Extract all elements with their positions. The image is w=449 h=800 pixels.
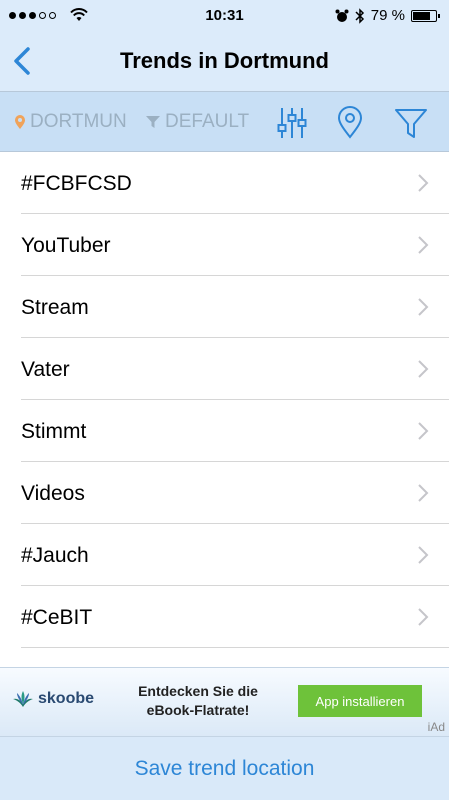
- navigation-bar: Trends in Dortmund: [0, 32, 449, 92]
- ad-text-line1: Entdecken Sie die: [138, 683, 258, 699]
- trend-label: Stimmt: [21, 420, 87, 443]
- list-item[interactable]: #FCBFCSD: [21, 152, 449, 214]
- funnel-icon: [146, 116, 160, 128]
- filter-bar: DORTMUN DEFAULT: [0, 92, 449, 152]
- iad-label: iAd: [427, 720, 445, 734]
- ad-text-line2: eBook-Flatrate!: [146, 702, 250, 718]
- battery-fill: [413, 11, 430, 20]
- filter-button[interactable]: [394, 106, 427, 140]
- list-item[interactable]: #CeBIT: [21, 586, 449, 648]
- list-item[interactable]: Stream: [21, 276, 449, 338]
- trend-label: #CeBIT: [21, 606, 93, 629]
- ad-brand[interactable]: skoobe: [12, 690, 94, 708]
- trend-label: #FCBFCSD: [21, 172, 132, 195]
- trend-label: Stream: [21, 296, 89, 319]
- chevron-right-icon: [418, 298, 429, 316]
- chevron-right-icon: [418, 236, 429, 254]
- default-filter-label: DEFAULT: [165, 111, 250, 132]
- sliders-icon: [277, 108, 307, 138]
- location-filter[interactable]: DORTMUN: [14, 111, 127, 133]
- default-filter[interactable]: DEFAULT: [145, 111, 249, 133]
- status-right: 79 %: [335, 7, 440, 24]
- save-trend-location-label: Save trend location: [134, 756, 315, 780]
- battery-percent: 79 %: [370, 7, 405, 24]
- chevron-right-icon: [418, 174, 429, 192]
- ad-banner[interactable]: skoobe Entdecken Sie die eBook-Flatrate!…: [0, 667, 449, 737]
- bluetooth-icon: [355, 7, 364, 24]
- skoobe-logo-icon: [13, 691, 33, 707]
- ad-brand-name: skoobe: [38, 690, 95, 707]
- list-item[interactable]: YouTuber: [21, 214, 449, 276]
- location-pin-icon: [15, 115, 25, 129]
- trend-label: Videos: [21, 482, 85, 505]
- list-item[interactable]: Vater: [21, 338, 449, 400]
- map-pin-icon: [337, 106, 363, 139]
- filter-icon: [395, 109, 427, 138]
- trend-label: YouTuber: [21, 234, 111, 257]
- chevron-right-icon: [418, 608, 429, 626]
- list-item[interactable]: Stimmt: [21, 400, 449, 462]
- trend-label: #Jauch: [21, 544, 89, 567]
- battery-icon: [411, 9, 440, 22]
- list-item[interactable]: #Jauch: [21, 524, 449, 586]
- adjust-settings-button[interactable]: [276, 106, 308, 140]
- chevron-right-icon: [418, 484, 429, 502]
- trend-list: #FCBFCSD YouTuber Stream Vater Stimmt Vi…: [0, 152, 449, 648]
- chevron-right-icon: [418, 422, 429, 440]
- list-item[interactable]: Videos: [21, 462, 449, 524]
- trend-label: Vater: [21, 358, 70, 381]
- chevron-right-icon: [418, 360, 429, 378]
- install-app-button[interactable]: App installieren: [298, 685, 422, 717]
- chevron-right-icon: [418, 546, 429, 564]
- location-button[interactable]: [334, 106, 366, 140]
- ad-text: Entdecken Sie die eBook-Flatrate!: [118, 682, 278, 720]
- save-trend-location-button[interactable]: Save trend location: [0, 737, 449, 800]
- location-filter-label: DORTMUN: [30, 111, 127, 132]
- status-bar: 10:31 79 %: [0, 0, 449, 32]
- page-title: Trends in Dortmund: [120, 48, 329, 73]
- alarm-icon: [335, 9, 349, 22]
